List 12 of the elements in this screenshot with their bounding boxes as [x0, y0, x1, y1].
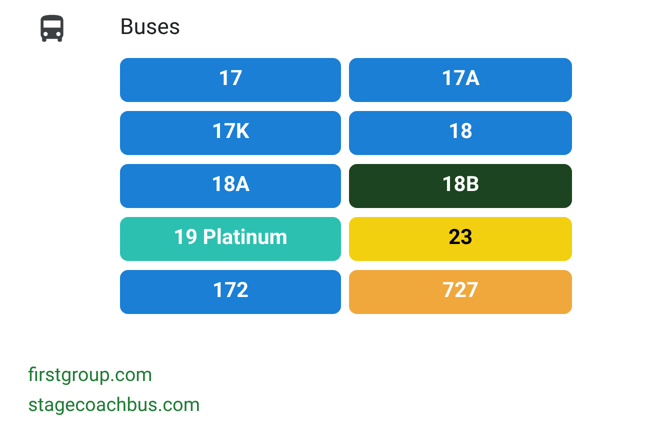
route-badge[interactable]: 18 — [349, 111, 572, 155]
route-badge[interactable]: 23 — [349, 217, 572, 261]
section-title: Buses — [120, 14, 182, 42]
route-badge[interactable]: 172 — [120, 270, 341, 314]
website-link[interactable]: firstgroup.com — [28, 360, 152, 390]
route-badge[interactable]: 18B — [349, 164, 572, 208]
route-badge[interactable]: 17K — [120, 111, 341, 155]
route-badge[interactable]: 17 — [120, 58, 341, 102]
route-badge[interactable]: 19 Platinum — [120, 217, 341, 261]
route-badge[interactable]: 17A — [349, 58, 572, 102]
website-link[interactable]: stagecoachbus.com — [28, 390, 200, 420]
route-badge[interactable]: 18A — [120, 164, 341, 208]
